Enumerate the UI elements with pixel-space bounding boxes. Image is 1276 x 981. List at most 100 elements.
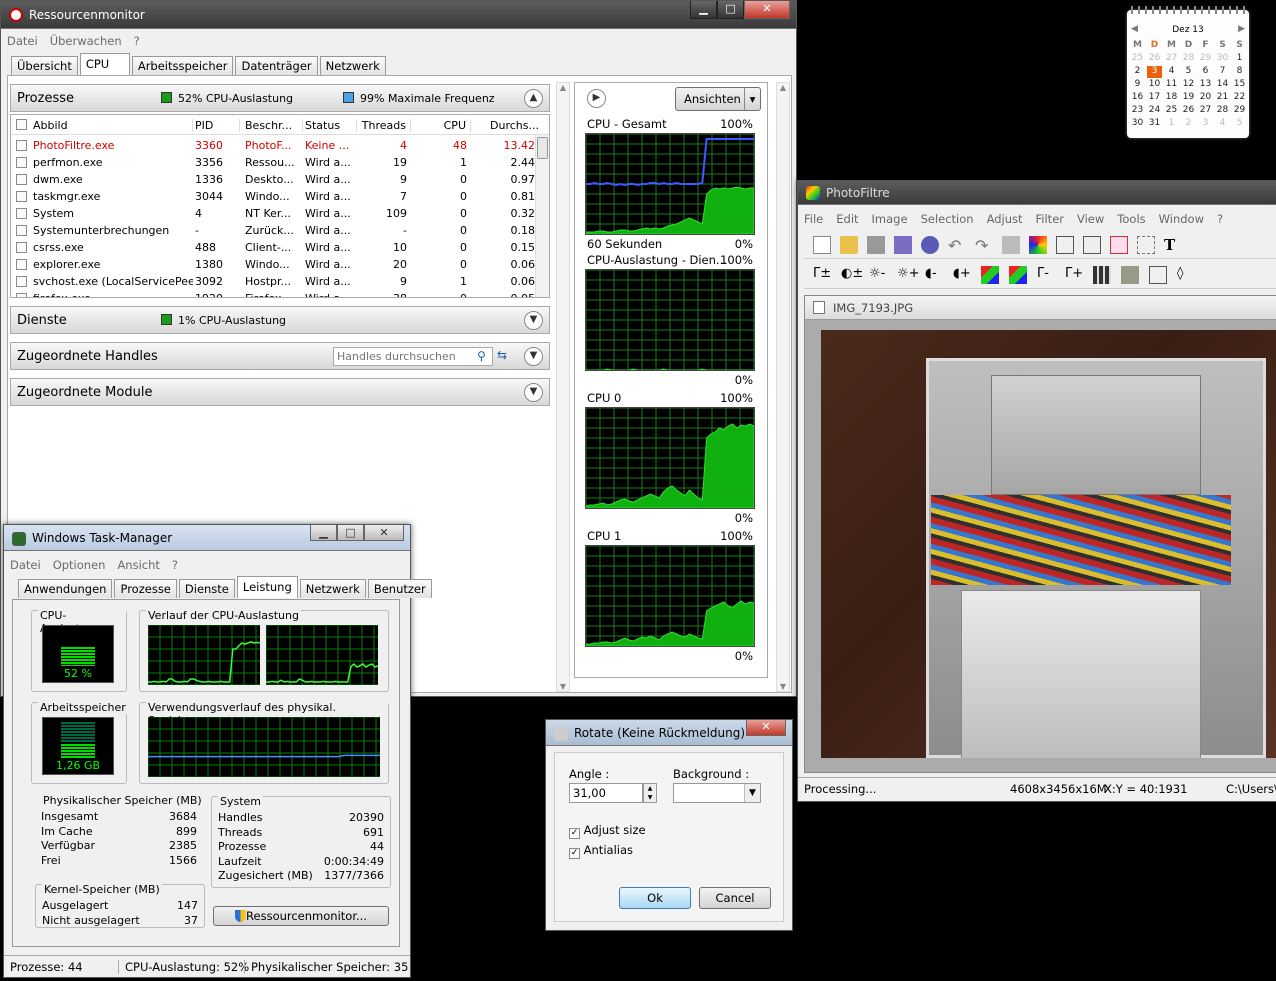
row-checkbox[interactable] xyxy=(16,191,27,202)
module-header[interactable]: Zugeordnete Module ▼ xyxy=(10,378,550,406)
calendar-day[interactable]: 17 xyxy=(1147,92,1162,104)
chevron-down-icon[interactable]: ▼ xyxy=(524,311,543,330)
row-checkbox[interactable] xyxy=(16,259,27,270)
chevron-right-icon[interactable]: ▶ xyxy=(587,89,606,108)
table-row[interactable]: explorer.exe 1380 Windo... Wird a... 20 0 0.06 xyxy=(11,256,535,273)
tab-cpu[interactable]: CPU xyxy=(79,53,130,75)
color-icon[interactable] xyxy=(1002,235,1020,254)
calendar-day[interactable]: 30 xyxy=(1130,118,1145,130)
calendar-day[interactable]: 11 xyxy=(1164,79,1179,91)
selection-icon[interactable] xyxy=(1137,235,1155,254)
brightness-plus-icon[interactable]: ☼+ xyxy=(897,266,920,284)
calendar-day[interactable]: 23 xyxy=(1130,105,1145,117)
menu-datei[interactable]: Datei xyxy=(7,34,38,48)
calendar-day[interactable]: 5 xyxy=(1181,66,1196,78)
row-checkbox[interactable] xyxy=(16,140,27,151)
calendar-day[interactable]: 3 xyxy=(1198,118,1213,130)
calendar-day[interactable]: 8 xyxy=(1232,66,1247,78)
open-folder-icon[interactable] xyxy=(840,235,858,254)
calendar-day[interactable]: 9 xyxy=(1130,79,1145,91)
brightness-minus-icon[interactable]: ☼- xyxy=(869,266,887,284)
table-row[interactable]: PhotoFiltre.exe 3360 PhotoF... Keine ... 4 48… xyxy=(11,137,535,154)
calendar-day[interactable]: 30 xyxy=(1215,53,1230,65)
left-pane-scrollbar[interactable]: ▲ ▼ xyxy=(556,82,570,692)
tab-anwendungen[interactable]: Anwendungen xyxy=(18,579,113,598)
minimize-button[interactable]: ▁ xyxy=(690,1,717,19)
image-size-icon[interactable] xyxy=(1083,235,1101,254)
auto-contrast-icon[interactable]: ◐± xyxy=(841,266,863,284)
column-header[interactable]: Durchs... xyxy=(479,119,539,132)
calendar-day[interactable]: 29 xyxy=(1198,53,1213,65)
auto-levels-icon[interactable]: Γ± xyxy=(813,266,831,284)
angle-spinner[interactable]: ▲ ▼ xyxy=(643,783,657,803)
calendar-day[interactable]: 26 xyxy=(1147,53,1162,65)
saturation-minus-icon[interactable] xyxy=(981,265,999,284)
calendar-day[interactable]: 13 xyxy=(1198,79,1213,91)
checkbox-checked-icon[interactable]: ✓ xyxy=(569,828,580,839)
column-header[interactable]: Threads xyxy=(361,119,411,132)
calendar-day[interactable]: 5 xyxy=(1232,118,1247,130)
undo-icon[interactable]: ↶ xyxy=(948,236,966,255)
calendar-day[interactable]: 26 xyxy=(1181,105,1196,117)
menu-tools-item[interactable]: Tools xyxy=(1117,212,1145,226)
row-checkbox[interactable] xyxy=(16,293,27,297)
row-checkbox[interactable] xyxy=(16,174,27,185)
scroll-down-icon[interactable]: ▼ xyxy=(777,682,789,691)
calendar-day[interactable]: 21 xyxy=(1215,92,1230,104)
handles-header[interactable]: Zugeordnete Handles ⚲ ⇆ ▼ xyxy=(10,342,550,370)
next-month-icon[interactable]: ▶ xyxy=(1238,24,1245,34)
calendar-day[interactable]: 24 xyxy=(1147,105,1162,117)
calendar-day[interactable]: 27 xyxy=(1164,53,1179,65)
table-row[interactable]: firefox.exe1920FirefoxWird a...3800.05 xyxy=(11,290,535,297)
close-button[interactable]: ✕ xyxy=(744,1,790,19)
grid-icon[interactable] xyxy=(1093,265,1111,284)
calendar-day[interactable]: 1 xyxy=(1164,118,1179,130)
tab-prozesse[interactable]: Prozesse xyxy=(114,579,177,598)
calendar-day[interactable]: 2 xyxy=(1181,118,1196,130)
tab-leistung[interactable]: Leistung xyxy=(236,576,298,598)
menu-item[interactable]: ? xyxy=(172,558,178,572)
handles-search-input[interactable] xyxy=(333,347,493,366)
calendar-day[interactable]: 1 xyxy=(1232,53,1247,65)
select-all-checkbox[interactable] xyxy=(16,119,27,130)
column-header[interactable]: CPU xyxy=(421,119,471,132)
close-button[interactable]: ✕ xyxy=(364,525,404,541)
calendar-day[interactable]: 12 xyxy=(1181,79,1196,91)
redo-icon[interactable]: ↷ xyxy=(975,236,993,255)
menu-selection-item[interactable]: Selection xyxy=(921,212,974,226)
close-button[interactable]: ✕ xyxy=(746,720,786,736)
calendar-day[interactable]: 16 xyxy=(1130,92,1145,104)
chevron-down-icon[interactable]: ▼ xyxy=(524,383,543,402)
column-header[interactable]: PID xyxy=(195,119,240,132)
calendar-day[interactable]: 14 xyxy=(1215,79,1230,91)
drop-icon[interactable]: ◊ xyxy=(1177,266,1195,284)
chevron-down-icon[interactable]: ▼ xyxy=(524,347,543,366)
table-row[interactable]: csrss.exe 488 Client-... Wird a... 10 0 0.15 xyxy=(11,239,535,256)
print-icon[interactable] xyxy=(894,235,912,254)
dienste-header[interactable]: Dienste 1% CPU-Auslastung ▼ xyxy=(10,306,550,334)
calendar-day[interactable]: 31 xyxy=(1147,118,1162,130)
scroll-up-icon[interactable]: ▲ xyxy=(557,83,569,92)
antialias-checkbox[interactable]: ✓ Antialias xyxy=(569,843,633,859)
resmon-titlebar[interactable]: Ressourcenmonitor ▁ □ ✕ xyxy=(1,1,796,29)
contrast-minus-icon[interactable]: ◖- xyxy=(925,266,943,284)
calendar-day[interactable]: 2 xyxy=(1130,66,1145,78)
column-header[interactable]: Beschr... xyxy=(245,119,303,132)
scan-icon[interactable] xyxy=(921,235,939,254)
resmon-button[interactable]: Ressourcenmonitor... xyxy=(213,906,389,926)
calendar-day-today[interactable]: 3 xyxy=(1147,66,1162,78)
calendar-day[interactable]: 4 xyxy=(1164,66,1179,78)
menu-image-item[interactable]: Image xyxy=(872,212,908,226)
canvas-size-icon[interactable] xyxy=(1110,235,1128,254)
table-row[interactable]: taskmgr.exe 3044 Windo... Wird a... 7 0 0.81 xyxy=(11,188,535,205)
scroll-down-icon[interactable]: ▼ xyxy=(557,682,569,691)
row-checkbox[interactable] xyxy=(16,242,27,253)
rotate-titlebar[interactable]: Rotate (Keine Rückmeldung) ✕ xyxy=(546,720,792,746)
calendar-day[interactable]: 27 xyxy=(1198,105,1213,117)
row-checkbox[interactable] xyxy=(16,157,27,168)
prozesse-header[interactable]: Prozesse 52% CPU-Auslastung 99% Maximale… xyxy=(10,84,550,112)
calendar-day[interactable]: 28 xyxy=(1215,105,1230,117)
right-pane-scrollbar[interactable]: ▲ ▼ xyxy=(776,82,790,692)
table-row[interactable]: System 4 NT Ker... Wird a... 109 0 0.32 xyxy=(11,205,535,222)
calendar-day[interactable]: 20 xyxy=(1198,92,1213,104)
